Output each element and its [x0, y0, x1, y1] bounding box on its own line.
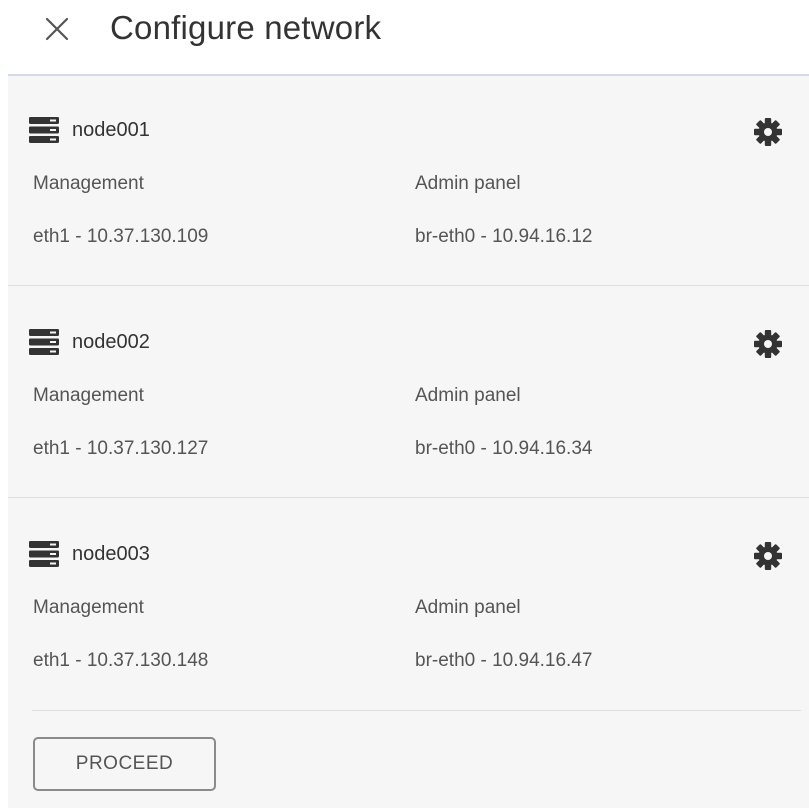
admin-panel-label: Admin panel	[415, 597, 521, 618]
server-icon	[29, 117, 59, 143]
nodes-panel: node001 Management Admin panel eth1 - 10…	[8, 76, 809, 808]
server-icon	[29, 541, 59, 567]
management-value: eth1 - 10.37.130.148	[33, 650, 209, 671]
gear-icon[interactable]	[752, 328, 784, 360]
management-label: Management	[33, 173, 144, 194]
node-name: node002	[72, 330, 150, 353]
admin-panel-value: br-eth0 - 10.94.16.34	[415, 438, 593, 459]
node-card: node001 Management Admin panel eth1 - 10…	[8, 76, 809, 286]
page-title: Configure network	[110, 9, 382, 46]
management-value: eth1 - 10.37.130.127	[33, 438, 209, 459]
node-divider	[8, 285, 809, 286]
node-settings-button[interactable]	[750, 538, 786, 574]
dialog-header: Configure network	[0, 0, 809, 74]
node-card: node003 Management Admin panel eth1 - 10…	[8, 500, 809, 710]
footer-divider	[32, 710, 801, 711]
management-value: eth1 - 10.37.130.109	[33, 226, 209, 247]
management-label: Management	[33, 385, 144, 406]
node-settings-button[interactable]	[750, 326, 786, 362]
server-icon	[29, 329, 59, 355]
node-divider	[8, 497, 809, 498]
admin-panel-value: br-eth0 - 10.94.16.47	[415, 650, 593, 671]
node-settings-button[interactable]	[750, 114, 786, 150]
admin-panel-label: Admin panel	[415, 385, 521, 406]
node-header: node001	[28, 116, 150, 144]
close-icon[interactable]	[44, 16, 70, 42]
node-name: node003	[72, 542, 150, 565]
admin-panel-label: Admin panel	[415, 173, 521, 194]
gear-icon[interactable]	[752, 116, 784, 148]
gear-icon[interactable]	[752, 540, 784, 572]
proceed-button[interactable]: PROCEED	[33, 737, 216, 791]
close-button[interactable]	[40, 12, 74, 46]
admin-panel-value: br-eth0 - 10.94.16.12	[415, 226, 593, 247]
management-label: Management	[33, 597, 144, 618]
node-header: node003	[28, 540, 150, 568]
node-header: node002	[28, 328, 150, 356]
node-card: node002 Management Admin panel eth1 - 10…	[8, 288, 809, 498]
node-name: node001	[72, 118, 150, 141]
